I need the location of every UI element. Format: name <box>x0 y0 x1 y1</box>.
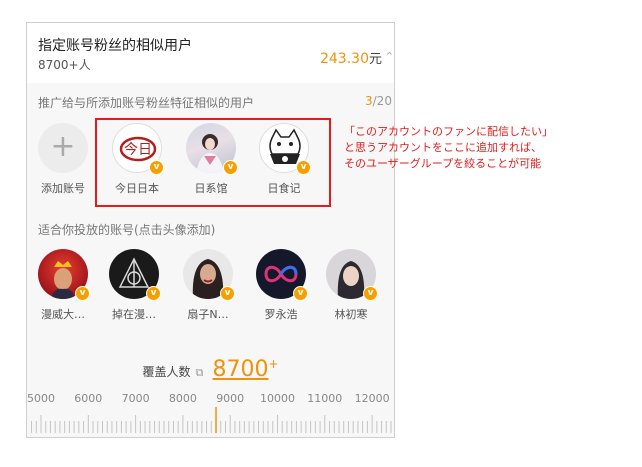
account-name: 掉在漫… <box>112 308 156 321</box>
edit-icon[interactable]: ⧉ <box>196 366 204 379</box>
audience-option-card[interactable]: 指定账号粉丝的相似用户 8700+人 243.30元 ⌃ <box>27 23 394 83</box>
chevron-up-icon[interactable]: ⌃ <box>385 50 394 63</box>
account-name: 罗永浩 <box>264 308 298 321</box>
add-account-label: 添加账号 <box>41 182 85 195</box>
annotation-line: 「このアカウントのファンに配信したい」 <box>344 125 553 138</box>
option-title: 指定账号粉丝的相似用户 <box>38 38 192 54</box>
ruler-tick-label: 9000 <box>216 392 245 405</box>
option-audience-size: 8700+人 <box>38 58 91 72</box>
suggested-label: 适合你投放的账号(点击头像添加) <box>38 223 216 237</box>
promo-label: 推广给与所添加账号粉丝特征相似的用户 <box>38 96 255 110</box>
account-name: 林初寒 <box>334 308 368 321</box>
verified-badge-icon: v <box>293 286 308 301</box>
annotation-note: 「このアカウントのファンに配信したい」 と思うアカウントをここに追加すれば、 そ… <box>344 124 553 172</box>
option-price: 243.30元 <box>319 51 382 67</box>
verified-badge-icon: v <box>220 286 235 301</box>
selected-accounts-highlight <box>95 118 331 207</box>
coverage-plus: + <box>268 357 279 371</box>
account-count: 3/20 <box>365 94 392 108</box>
annotation-line: と思うアカウントをここに追加すれば、 <box>344 141 542 154</box>
annotation-line: そのユーザーグループを絞ることが可能 <box>344 157 542 170</box>
ruler-tick-label: 5000 <box>27 392 55 405</box>
account-name: 扇子N… <box>187 308 229 321</box>
coverage-label: 覆盖人数 <box>142 365 191 379</box>
verified-badge-icon: v <box>75 286 90 301</box>
coverage-ruler-slider[interactable] <box>27 407 394 437</box>
ruler-tick-label: 10000 <box>260 392 295 405</box>
phone-screen: 指定账号粉丝的相似用户 8700+人 243.30元 ⌃ 推广给与所添加账号粉丝… <box>26 22 395 438</box>
ruler-tick-label: 8000 <box>168 392 197 405</box>
account-name: 漫威大… <box>41 308 85 321</box>
ruler-tick-label: 7000 <box>121 392 150 405</box>
ruler-tick-label: 11000 <box>307 392 343 405</box>
coverage-display: 覆盖人数 ⧉ 8700+ <box>27 357 394 382</box>
plus-icon: + <box>38 123 88 173</box>
ruler-tick-label: 6000 <box>74 392 103 405</box>
coverage-value[interactable]: 8700 <box>213 357 269 382</box>
verified-badge-icon: v <box>146 286 161 301</box>
ruler-tick-label: 12000 <box>354 392 390 405</box>
verified-badge-icon: v <box>363 286 378 301</box>
ruler-labels: 5000 6000 7000 8000 9000 10000 11000 12000 <box>27 392 394 406</box>
